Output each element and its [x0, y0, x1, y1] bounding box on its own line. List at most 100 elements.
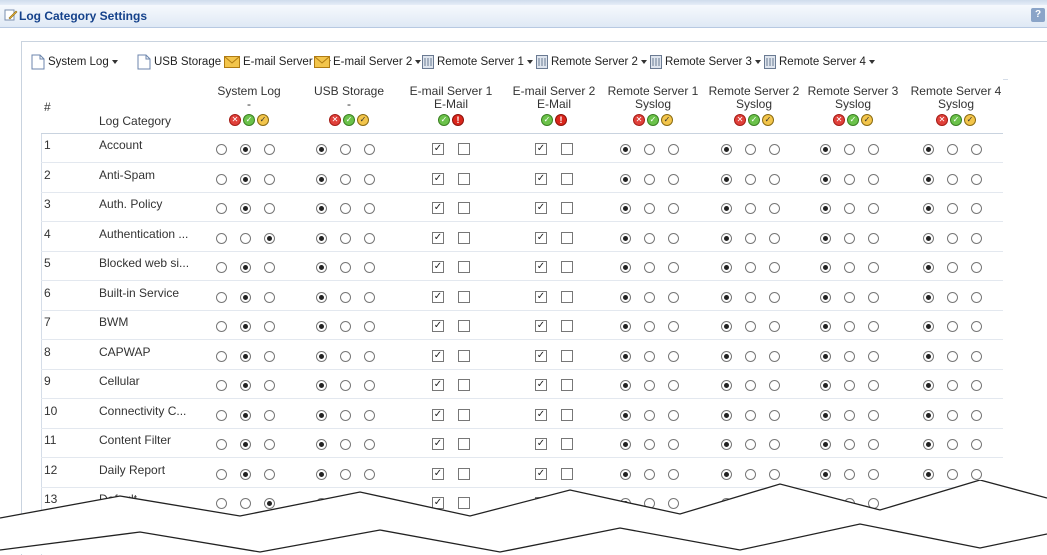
- email-alert-checkbox[interactable]: [458, 231, 470, 244]
- normal-radio[interactable]: [745, 203, 756, 214]
- normal-radio[interactable]: [947, 203, 958, 214]
- email-alert-checkbox[interactable]: [561, 320, 573, 332]
- toolbar-remote-server-3[interactable]: Remote Server 3: [650, 52, 761, 72]
- email-alert-checkbox[interactable]: [561, 231, 573, 244]
- all-logs-radio[interactable]: [668, 380, 679, 391]
- disable-radio[interactable]: [316, 232, 327, 244]
- email-normal-checkbox[interactable]: ✓: [535, 143, 547, 155]
- normal-radio[interactable]: [240, 173, 251, 185]
- toolbar-system-log[interactable]: System Log: [31, 52, 118, 72]
- all-logs-radio[interactable]: [868, 262, 879, 273]
- email-normal-checkbox[interactable]: ✓: [432, 202, 444, 214]
- email-normal-checkbox[interactable]: ✓: [535, 438, 547, 450]
- normal-radio[interactable]: [340, 173, 351, 185]
- all-logs-radio[interactable]: [868, 380, 879, 391]
- disable-radio[interactable]: [620, 262, 631, 273]
- all-logs-radio[interactable]: [769, 173, 780, 185]
- email-normal-checkbox[interactable]: ✓: [432, 172, 444, 185]
- email-normal-checkbox[interactable]: ✓: [432, 349, 444, 362]
- disable-radio[interactable]: [820, 291, 831, 303]
- email-normal-checkbox[interactable]: ✓: [432, 320, 444, 332]
- all-logs-radio[interactable]: [868, 350, 879, 362]
- normal-radio[interactable]: [340, 380, 351, 391]
- all-logs-radio[interactable]: [264, 173, 275, 185]
- all-logs-radio[interactable]: [364, 409, 375, 421]
- normal-radio[interactable]: [844, 409, 855, 421]
- all-logs-radio[interactable]: [364, 350, 375, 362]
- all-logs-radio[interactable]: [868, 291, 879, 303]
- all-logs-radio[interactable]: [364, 262, 375, 273]
- normal-radio[interactable]: [947, 409, 958, 421]
- normal-radio[interactable]: [240, 380, 251, 391]
- all-logs-radio[interactable]: [364, 291, 375, 303]
- all-logs-radio[interactable]: [264, 350, 275, 362]
- all-logs-radio[interactable]: [264, 232, 275, 244]
- all-logs-radio[interactable]: [769, 321, 780, 332]
- disable-radio[interactable]: [820, 321, 831, 332]
- disable-radio[interactable]: [316, 468, 327, 480]
- disable-radio[interactable]: [620, 321, 631, 332]
- email-normal-checkbox[interactable]: ✓: [535, 379, 547, 391]
- all-logs-radio[interactable]: [668, 409, 679, 421]
- all-logs-radio[interactable]: [971, 262, 982, 273]
- all-logs-radio[interactable]: [668, 468, 679, 480]
- all-logs-radio[interactable]: [264, 439, 275, 450]
- normal-radio[interactable]: [340, 262, 351, 273]
- normal-radio[interactable]: [745, 144, 756, 155]
- email-alert-checkbox[interactable]: [561, 290, 573, 303]
- all-logs-radio[interactable]: [264, 468, 275, 480]
- all-logs-radio[interactable]: [668, 321, 679, 332]
- normal-radio[interactable]: [947, 350, 958, 362]
- disable-radio[interactable]: [620, 144, 631, 155]
- all-logs-radio[interactable]: [264, 409, 275, 421]
- disable-radio[interactable]: [316, 409, 327, 421]
- all-logs-radio[interactable]: [971, 173, 982, 185]
- email-normal-checkbox[interactable]: ✓: [535, 349, 547, 362]
- disable-radio[interactable]: [923, 350, 934, 362]
- disable-radio[interactable]: [316, 291, 327, 303]
- disable-radio[interactable]: [820, 380, 831, 391]
- normal-radio[interactable]: [844, 262, 855, 273]
- all-logs-radio[interactable]: [971, 380, 982, 391]
- disable-radio[interactable]: [316, 321, 327, 332]
- normal-radio[interactable]: [947, 439, 958, 450]
- disable-radio[interactable]: [721, 468, 732, 480]
- toolbar-remote-server-4[interactable]: Remote Server 4: [764, 52, 875, 72]
- all-logs-radio[interactable]: [868, 321, 879, 332]
- all-logs-radio[interactable]: [364, 380, 375, 391]
- normal-radio[interactable]: [844, 291, 855, 303]
- disable-radio[interactable]: [721, 380, 732, 391]
- all-logs-radio[interactable]: [971, 291, 982, 303]
- normal-radio[interactable]: [340, 321, 351, 332]
- email-alert-checkbox[interactable]: [458, 349, 470, 362]
- email-normal-checkbox[interactable]: ✓: [432, 143, 444, 155]
- email-alert-checkbox[interactable]: [561, 172, 573, 185]
- normal-radio[interactable]: [644, 291, 655, 303]
- normal-radio[interactable]: [644, 439, 655, 450]
- normal-radio[interactable]: [644, 409, 655, 421]
- disable-radio[interactable]: [216, 173, 227, 185]
- all-logs-radio[interactable]: [868, 144, 879, 155]
- email-alert-checkbox[interactable]: [458, 379, 470, 391]
- disable-radio[interactable]: [923, 380, 934, 391]
- all-logs-radio[interactable]: [868, 232, 879, 244]
- normal-radio[interactable]: [240, 203, 251, 214]
- normal-radio[interactable]: [340, 468, 351, 480]
- disable-radio[interactable]: [820, 468, 831, 480]
- email-normal-checkbox[interactable]: ✓: [535, 231, 547, 244]
- normal-radio[interactable]: [240, 468, 251, 480]
- disable-radio[interactable]: [216, 144, 227, 155]
- normal-radio[interactable]: [844, 468, 855, 480]
- normal-radio[interactable]: [947, 173, 958, 185]
- email-alert-checkbox[interactable]: [458, 261, 470, 273]
- disable-radio[interactable]: [316, 173, 327, 185]
- disable-radio[interactable]: [820, 350, 831, 362]
- email-alert-checkbox[interactable]: [561, 143, 573, 155]
- all-logs-radio[interactable]: [264, 203, 275, 214]
- all-logs-radio[interactable]: [769, 439, 780, 450]
- disable-radio[interactable]: [721, 409, 732, 421]
- email-normal-checkbox[interactable]: ✓: [432, 290, 444, 303]
- all-logs-radio[interactable]: [868, 439, 879, 450]
- all-logs-radio[interactable]: [868, 409, 879, 421]
- disable-radio[interactable]: [721, 439, 732, 450]
